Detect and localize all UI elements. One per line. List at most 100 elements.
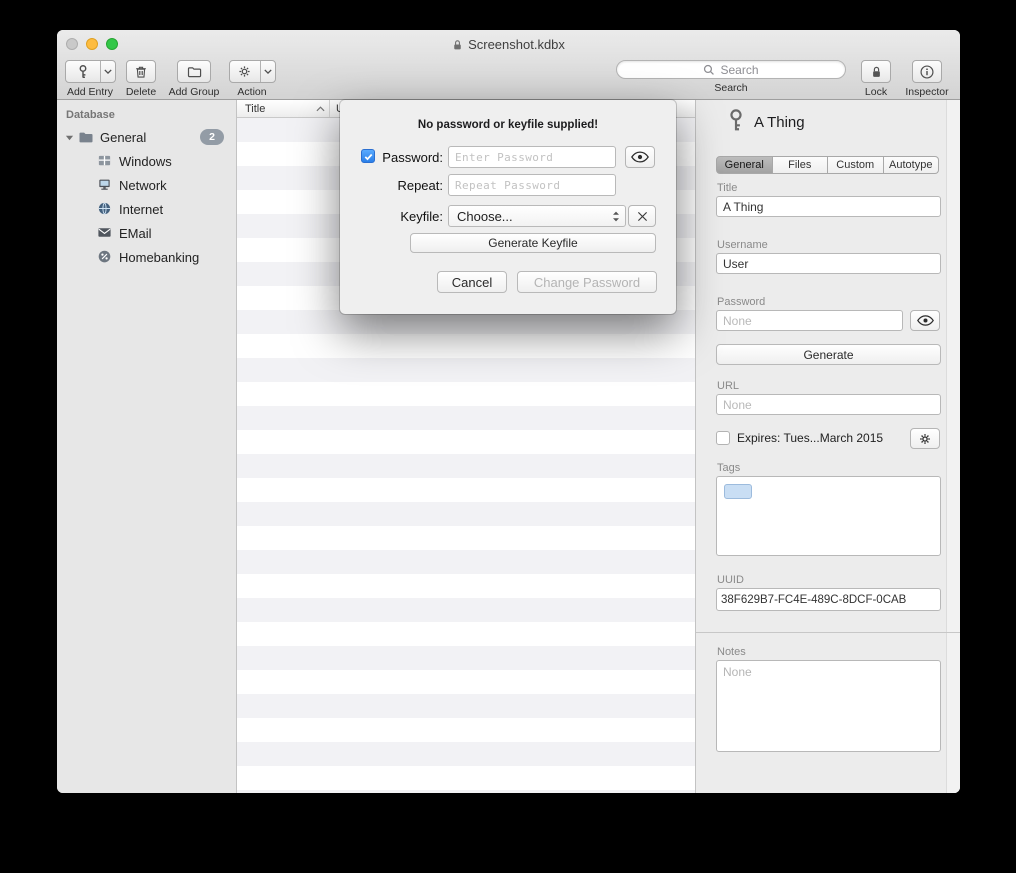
sidebar-item-label: Network <box>119 178 167 193</box>
add-group-button[interactable] <box>177 60 211 83</box>
title-field-label: Title <box>717 182 737 194</box>
action-toolbar-item: Action <box>225 60 279 98</box>
inspector-label: Inspector <box>905 86 948 98</box>
tab-autotype[interactable]: Autotype <box>884 156 940 174</box>
sidebar-item-label: Homebanking <box>119 250 199 265</box>
lock-label: Lock <box>865 86 887 98</box>
sidebar-item-general[interactable]: General 2 <box>57 125 236 149</box>
homebanking-icon <box>97 249 113 265</box>
password-label: Password: <box>370 150 443 165</box>
key-icon <box>66 61 100 82</box>
tab-general[interactable]: General <box>716 156 773 174</box>
username-field-label: Username <box>717 239 768 251</box>
username-field[interactable] <box>716 253 941 274</box>
email-icon <box>97 225 113 241</box>
notes-label: Notes <box>717 646 746 658</box>
keyfile-popup[interactable]: Choose... <box>448 205 626 227</box>
add-group-label: Add Group <box>169 86 220 98</box>
add-entry-button[interactable] <box>65 60 116 83</box>
sidebar-item-windows[interactable]: Windows <box>57 149 236 173</box>
reveal-password-button[interactable] <box>625 146 655 168</box>
expires-options-button[interactable] <box>910 428 940 449</box>
notes-field[interactable] <box>716 660 941 752</box>
password-field-label: Password <box>717 296 765 308</box>
sidebar-item-homebanking[interactable]: Homebanking <box>57 245 236 269</box>
gear-icon <box>230 61 260 82</box>
window-title: Screenshot.kdbx <box>57 37 960 52</box>
password-input[interactable] <box>448 146 616 168</box>
repeat-input[interactable] <box>448 174 616 196</box>
lock-toolbar-item: Lock <box>856 60 896 98</box>
keyfile-label: Keyfile: <box>370 209 443 224</box>
clear-keyfile-button[interactable] <box>628 205 656 227</box>
add-entry-label: Add Entry <box>67 86 113 98</box>
folder-plus-icon <box>186 64 203 80</box>
count-badge: 2 <box>200 129 224 145</box>
cancel-button[interactable]: Cancel <box>437 271 507 293</box>
sidebar-item-email[interactable]: EMail <box>57 221 236 245</box>
add-entry-toolbar-item: Add Entry <box>62 60 118 98</box>
tab-files[interactable]: Files <box>773 156 829 174</box>
trash-icon <box>133 64 149 80</box>
app-window: Screenshot.kdbx Add Entry <box>57 30 960 793</box>
windows-icon <box>97 153 113 169</box>
search-placeholder-text: Search <box>720 63 758 77</box>
sidebar-item-label: Windows <box>119 154 172 169</box>
expires-checkbox[interactable] <box>716 431 730 445</box>
tab-custom[interactable]: Custom <box>828 156 884 174</box>
inspector-button[interactable] <box>912 60 942 83</box>
reveal-password-button[interactable] <box>910 310 940 331</box>
action-button[interactable] <box>229 60 276 83</box>
dialog-message: No password or keyfile supplied! <box>340 119 676 131</box>
lock-button[interactable] <box>861 60 891 83</box>
folder-icon <box>78 129 94 145</box>
padlock-icon <box>869 64 884 80</box>
add-group-toolbar-item: Add Group <box>164 60 224 98</box>
delete-toolbar-item: Delete <box>119 60 163 98</box>
x-cross-icon <box>637 211 648 222</box>
password-field[interactable] <box>716 310 903 331</box>
search-toolbar-item: Search Search <box>611 60 851 94</box>
tag-pill[interactable] <box>724 484 752 499</box>
info-circle-icon <box>919 64 935 80</box>
change-password-dialog: No password or keyfile supplied! Passwor… <box>340 100 676 314</box>
window-title-text: Screenshot.kdbx <box>468 37 565 52</box>
tags-label: Tags <box>717 462 740 474</box>
sidebar-section-header: Database <box>57 100 236 125</box>
inspector-toolbar-item: Inspector <box>899 60 955 98</box>
uuid-field[interactable] <box>716 588 941 611</box>
gear-icon <box>918 432 932 446</box>
inspector-divider <box>696 632 960 633</box>
internet-icon <box>97 201 113 217</box>
eye-icon <box>917 315 934 326</box>
sidebar-item-internet[interactable]: Internet <box>57 197 236 221</box>
delete-label: Delete <box>126 86 156 98</box>
generate-password-button[interactable]: Generate <box>716 344 941 365</box>
chevron-down-icon[interactable] <box>260 61 275 82</box>
column-header-title[interactable]: Title <box>237 100 330 117</box>
repeat-label: Repeat: <box>370 178 443 193</box>
eye-icon <box>631 151 649 163</box>
network-icon <box>97 177 113 193</box>
sidebar-item-label: General <box>100 130 146 145</box>
change-password-button[interactable]: Change Password <box>517 271 657 293</box>
inspector-panel: A Thing General Files Custom Autotype Ti… <box>695 100 960 793</box>
sidebar-item-network[interactable]: Network <box>57 173 236 197</box>
inspector-tabs: General Files Custom Autotype <box>716 156 939 174</box>
disclosure-triangle-icon[interactable] <box>63 131 75 143</box>
search-label: Search <box>714 82 747 94</box>
generate-keyfile-button[interactable]: Generate Keyfile <box>410 233 656 253</box>
delete-button[interactable] <box>126 60 156 83</box>
tags-box[interactable] <box>716 476 941 556</box>
chevron-down-icon[interactable] <box>100 61 115 82</box>
uuid-label: UUID <box>717 574 744 586</box>
stepper-icon <box>612 210 620 223</box>
search-input[interactable]: Search <box>616 60 846 79</box>
inspector-scrollbar[interactable] <box>946 100 960 793</box>
entry-title-heading: A Thing <box>754 114 805 131</box>
url-field[interactable] <box>716 394 941 415</box>
window-chrome: Screenshot.kdbx Add Entry <box>57 30 960 100</box>
action-label: Action <box>237 86 266 98</box>
title-field[interactable] <box>716 196 941 217</box>
sidebar-item-label: Internet <box>119 202 163 217</box>
